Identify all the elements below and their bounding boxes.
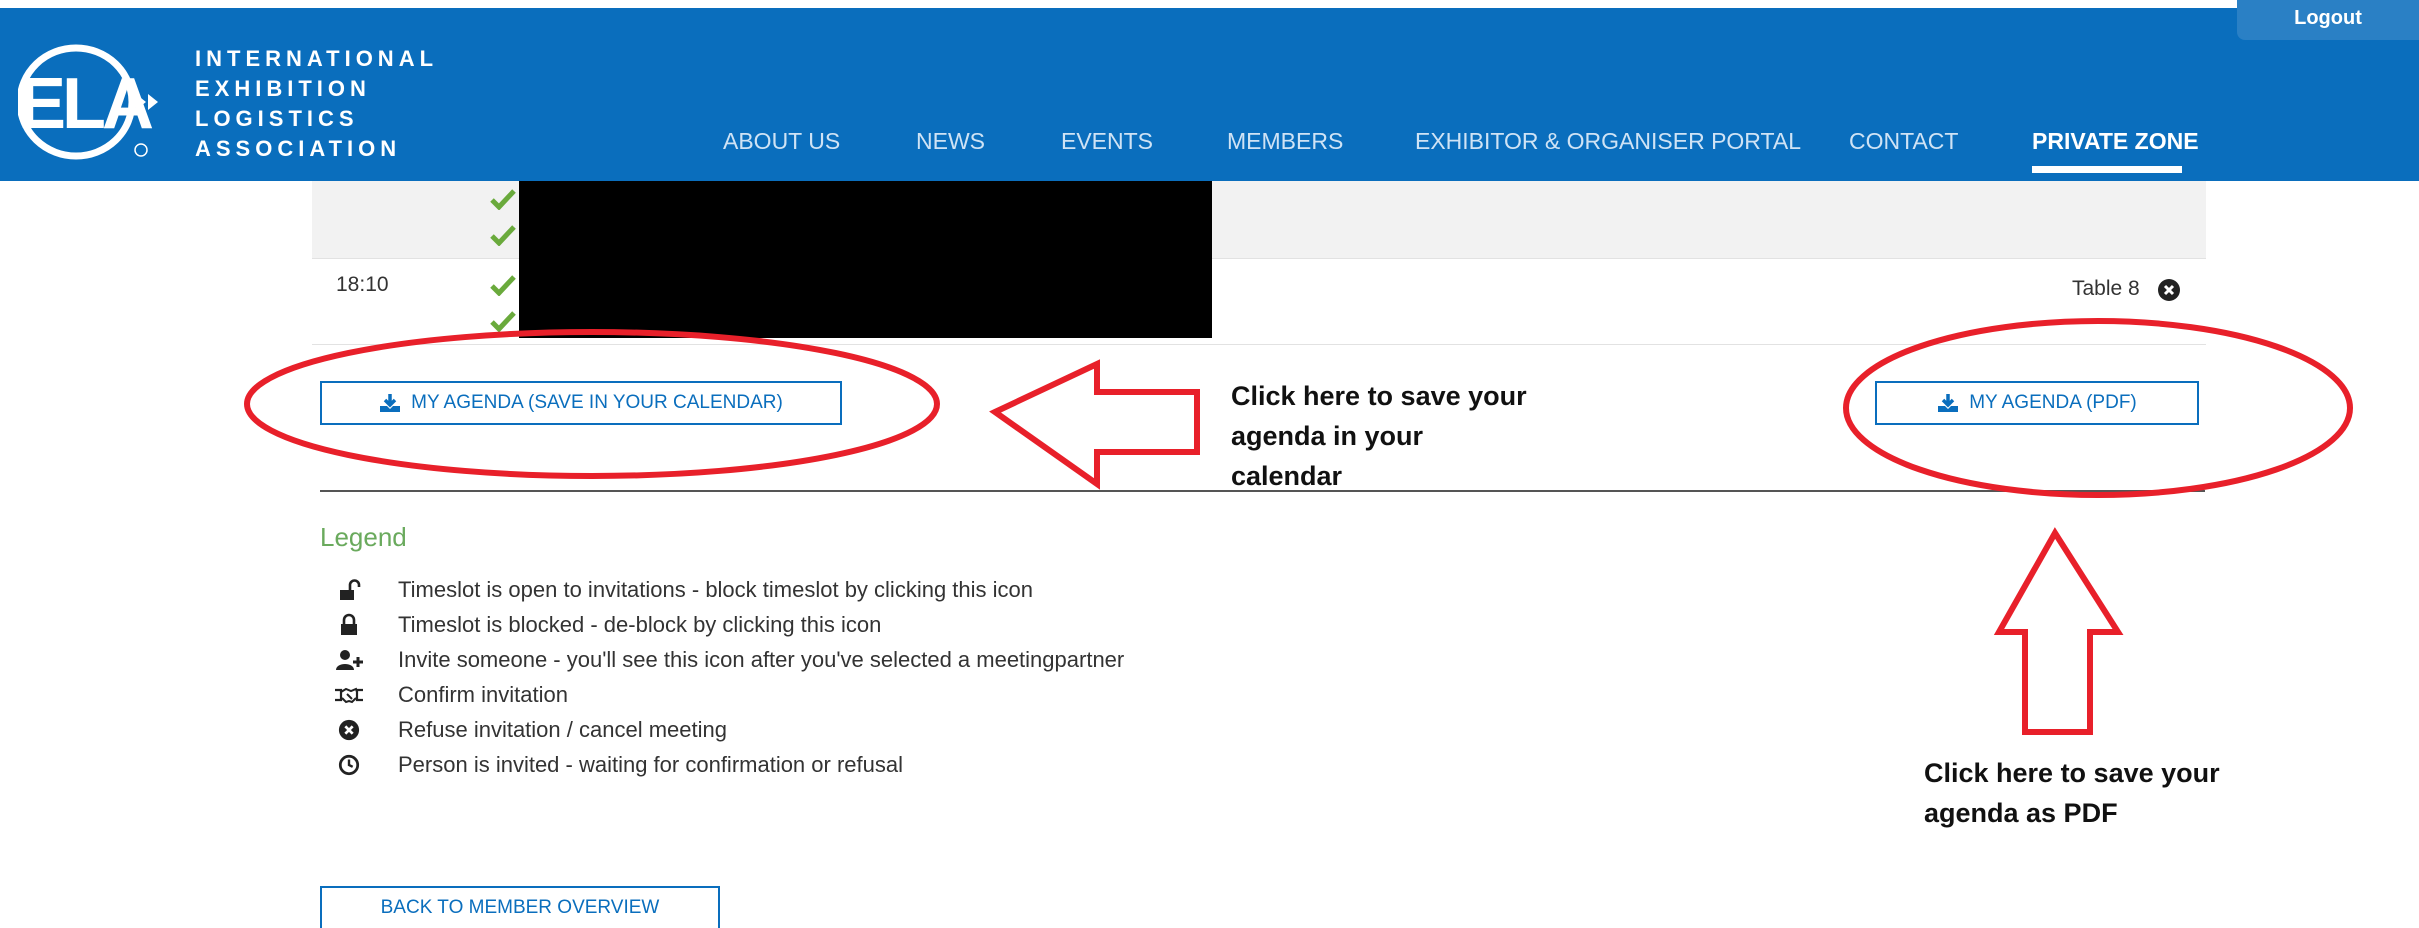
check-icon (490, 275, 516, 296)
logo-line: EXHIBITION (195, 76, 371, 101)
legend-item: Invite someone - you'll see this icon af… (330, 642, 1124, 677)
handshake-icon (335, 687, 363, 703)
nav-item-contact[interactable]: CONTACT (1849, 128, 1958, 155)
legend-item: Confirm invitation (330, 677, 1124, 712)
check-icon (490, 311, 516, 332)
download-icon (1938, 394, 1959, 412)
legend-text: Timeslot is blocked - de-block by clicki… (398, 611, 882, 637)
nav-item-about-us[interactable]: ABOUT US (723, 128, 840, 155)
lock-icon (341, 613, 357, 635)
calendar-annotation-note: Click here to save your agenda in your c… (1231, 376, 1611, 496)
timeslot-time: 18:10 (336, 273, 389, 296)
download-icon (380, 394, 401, 412)
legend-title: Legend (320, 522, 407, 552)
cancel-meeting-icon[interactable] (2157, 278, 2181, 302)
legend-text: Invite someone - you'll see this icon af… (398, 646, 1125, 672)
legend-item: Refuse invitation / cancel meeting (330, 712, 1124, 747)
logo-line: INTERNATIONAL (195, 46, 439, 71)
note-line: Click here to save your (1231, 381, 1527, 411)
button-label: BACK TO MEMBER OVERVIEW (380, 897, 660, 918)
note-line: agenda as PDF (1924, 798, 2118, 828)
user-plus-icon (336, 649, 363, 670)
legend-text: Confirm invitation (398, 681, 568, 707)
note-line: Click here to save your (1924, 758, 2220, 788)
nav-item-events[interactable]: EVENTS (1061, 128, 1153, 155)
legend-item: Timeslot is blocked - de-block by clicki… (330, 607, 1124, 642)
left-arrow-icon (989, 359, 1200, 490)
check-icon (490, 189, 516, 210)
note-line: calendar (1231, 461, 1343, 491)
legend-text: Timeslot is open to invitations - block … (398, 576, 1033, 602)
pdf-annotation-note: Click here to save your agenda as PDF (1924, 753, 2344, 833)
back-to-member-overview-button[interactable]: BACK TO MEMBER OVERVIEW (320, 886, 720, 928)
nav-item-exhibitor-portal[interactable]: EXHIBITOR & ORGANISER PORTAL (1415, 128, 1801, 155)
check-icon (490, 225, 516, 246)
redacted-block (519, 181, 1212, 338)
note-line: agenda in your (1231, 421, 1424, 451)
main-nav: ABOUT US NEWS EVENTS MEMBERS EXHIBITOR &… (0, 128, 2419, 168)
save-agenda-calendar-button[interactable]: MY AGENDA (SAVE IN YOUR CALENDAR) (320, 381, 842, 425)
legend-text: Person is invited - waiting for confirma… (398, 751, 903, 777)
legend-item: Person is invited - waiting for confirma… (330, 747, 1124, 782)
up-arrow-icon (1993, 527, 2124, 735)
legend-list: Timeslot is open to invitations - block … (330, 572, 1124, 782)
site-header: IELA INTERNATIONAL EXHIBITION LOGISTICS … (0, 8, 2419, 181)
save-agenda-pdf-button[interactable]: MY AGENDA (PDF) (1875, 381, 2199, 425)
button-label: MY AGENDA (SAVE IN YOUR CALENDAR) (411, 392, 783, 413)
logout-button[interactable]: Logout (2237, 0, 2419, 40)
button-label: MY AGENDA (PDF) (1969, 392, 2137, 413)
unlock-icon (340, 578, 361, 600)
clock-icon (338, 754, 360, 775)
nav-item-news[interactable]: NEWS (916, 128, 985, 155)
times-circle-icon (338, 719, 360, 740)
active-nav-indicator (2032, 166, 2182, 173)
legend-text: Refuse invitation / cancel meeting (398, 716, 727, 742)
nav-item-private-zone[interactable]: PRIVATE ZONE (2032, 128, 2199, 155)
table-label: Table 8 (2072, 277, 2140, 300)
legend-item: Timeslot is open to invitations - block … (330, 572, 1124, 607)
nav-item-members[interactable]: MEMBERS (1227, 128, 1343, 155)
